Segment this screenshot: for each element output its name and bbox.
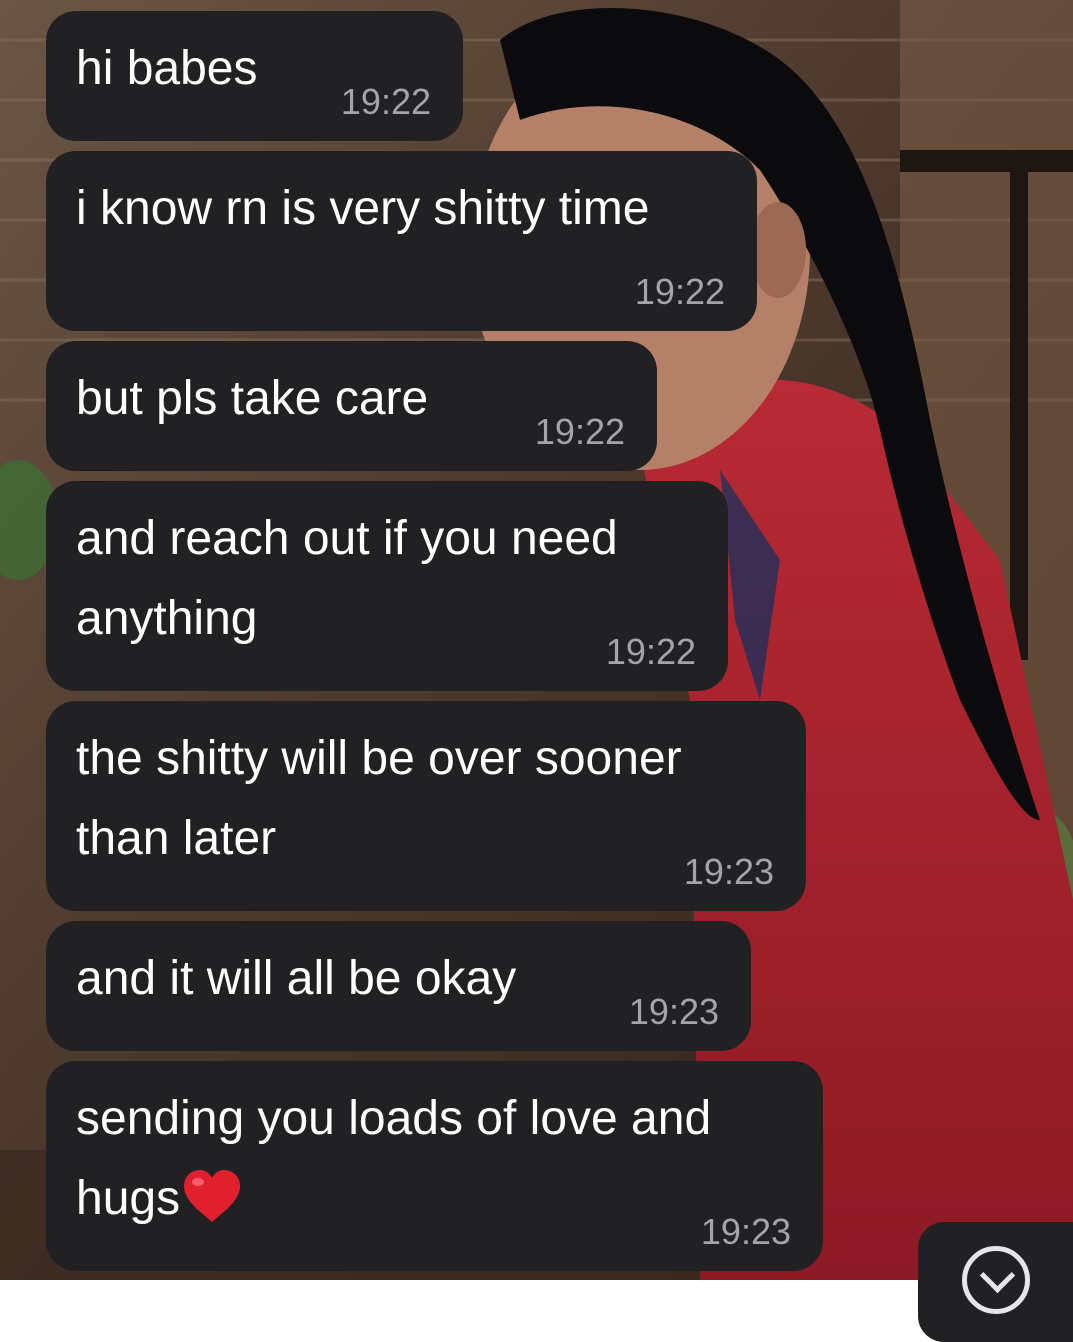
message-text-line: sending you loads of love and <box>76 1092 712 1145</box>
message-text: but pls take care <box>76 359 428 439</box>
message-timestamp: 19:23 <box>628 991 719 1032</box>
message-text: hi babes <box>76 29 257 109</box>
message-text: sending you loads of love and hugs <box>76 1079 711 1239</box>
message-text-line: and it will all be okay <box>76 952 517 1005</box>
chevron-down-icon <box>962 1246 1030 1314</box>
message-text-line: hi babes <box>76 42 258 95</box>
message-timestamp: 19:22 <box>605 631 696 672</box>
red-heart-icon <box>184 1170 241 1222</box>
message-text-line: but pls take care <box>76 372 429 425</box>
message-text: and reach out if you need anything <box>76 499 618 659</box>
message-timestamp: 19:23 <box>683 851 774 892</box>
message-text-line: i know rn is very shitty time <box>76 182 650 235</box>
message-text-line: and reach out if you need <box>76 512 618 565</box>
message-text-line: the shitty will be over sooner <box>76 732 682 785</box>
message-timestamp: 19:22 <box>634 271 725 312</box>
message-bubble[interactable]: the shitty will be over sooner than late… <box>46 701 806 911</box>
message-bubble[interactable]: sending you loads of love and hugs 19:23 <box>46 1061 823 1271</box>
message-bubble[interactable]: and it will all be okay 19:23 <box>46 921 751 1051</box>
message-text: and it will all be okay <box>76 939 516 1019</box>
message-timestamp: 19:22 <box>534 411 625 452</box>
message-bubble[interactable]: but pls take care 19:22 <box>46 341 657 471</box>
message-bubble[interactable]: and reach out if you need anything 19:22 <box>46 481 728 691</box>
message-text: i know rn is very shitty time <box>76 169 649 249</box>
scroll-to-bottom-button[interactable] <box>918 1222 1073 1342</box>
message-text-line-with-emoji: hugs <box>76 1159 711 1239</box>
message-text-fragment: hugs <box>76 1172 181 1225</box>
message-text-line: than later <box>76 812 277 865</box>
message-timestamp: 19:22 <box>340 81 431 122</box>
message-text: the shitty will be over sooner than late… <box>76 719 682 879</box>
message-timestamp: 19:23 <box>700 1211 791 1252</box>
message-text-line: anything <box>76 592 258 645</box>
message-bubble[interactable]: hi babes 19:22 <box>46 11 463 141</box>
message-bubble[interactable]: i know rn is very shitty time 19:22 <box>46 151 757 331</box>
